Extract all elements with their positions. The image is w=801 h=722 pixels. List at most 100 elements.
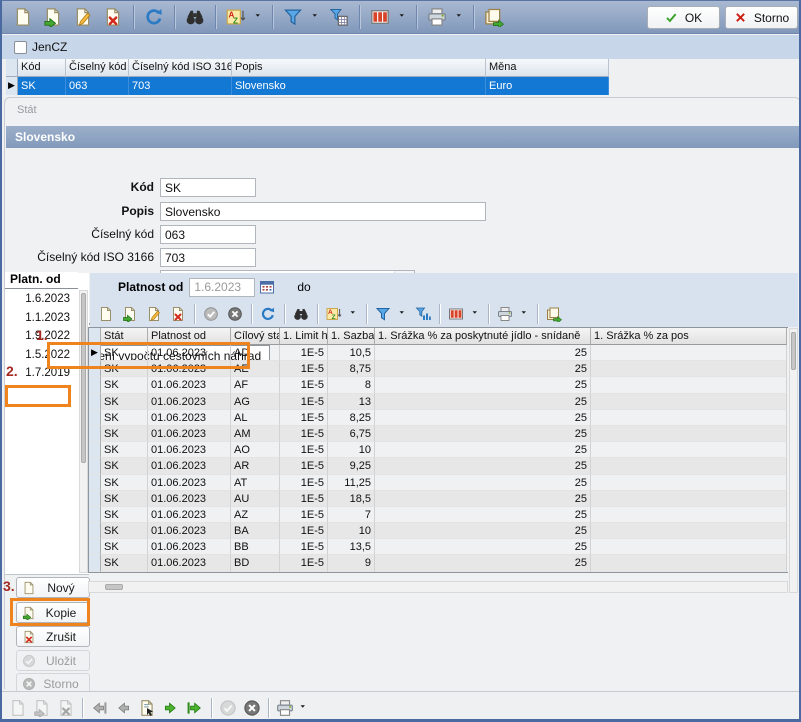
zruit-button[interactable]: Zrušit bbox=[16, 626, 90, 647]
cell[interactable]: 01.06.2023 bbox=[148, 507, 231, 523]
filter-icon[interactable] bbox=[280, 4, 306, 30]
filter-chart-icon[interactable] bbox=[413, 304, 433, 324]
delete-doc-icon[interactable] bbox=[168, 304, 188, 324]
copy-doc-icon[interactable] bbox=[120, 304, 140, 324]
table-row[interactable]: SK01.06.2023BA1E-51025 bbox=[89, 523, 788, 539]
cell[interactable]: 1E-5 bbox=[280, 426, 328, 442]
table-row[interactable]: SK01.06.2023AL1E-58,2525 bbox=[89, 410, 788, 426]
column-header[interactable]: Kód bbox=[18, 59, 66, 77]
table-row[interactable]: ▶SK01.06.2023AD1E-510,525 bbox=[89, 345, 788, 361]
cell[interactable]: 703 bbox=[129, 77, 232, 95]
cell[interactable]: 1E-5 bbox=[280, 442, 328, 458]
sort-az-icon[interactable]: AZ bbox=[223, 4, 249, 30]
caret-icon[interactable] bbox=[348, 304, 360, 324]
column-header[interactable]: Číselný kód bbox=[66, 59, 129, 77]
cell[interactable]: AO bbox=[231, 442, 280, 458]
cell[interactable]: 10 bbox=[328, 442, 375, 458]
cell[interactable]: AG bbox=[231, 394, 280, 410]
caret-icon[interactable] bbox=[310, 4, 322, 30]
popis-input[interactable] bbox=[160, 202, 486, 221]
nav-prev-icon[interactable] bbox=[112, 697, 134, 719]
cancel-x-icon[interactable] bbox=[225, 304, 245, 324]
filter-grid-icon[interactable] bbox=[326, 4, 352, 30]
nov-button[interactable]: Nový bbox=[16, 577, 90, 598]
cell[interactable]: Slovensko bbox=[232, 77, 486, 95]
column-header[interactable]: Stát bbox=[101, 328, 148, 345]
cell[interactable]: 13 bbox=[328, 394, 375, 410]
calendar-icon[interactable] bbox=[257, 277, 277, 297]
cell[interactable]: 25 bbox=[375, 442, 591, 458]
table-row[interactable]: SK01.06.2023AO1E-51025 bbox=[89, 442, 788, 458]
export-icon[interactable] bbox=[544, 304, 564, 324]
cell[interactable]: 01.06.2023 bbox=[148, 475, 231, 491]
cell[interactable]: 25 bbox=[375, 361, 591, 377]
column-header[interactable]: Platnost od bbox=[148, 328, 231, 345]
nav-last-icon[interactable] bbox=[184, 697, 206, 719]
cell[interactable]: SK bbox=[101, 539, 148, 555]
table-row[interactable]: SK01.06.2023AU1E-518,525 bbox=[89, 491, 788, 507]
column-header[interactable]: Cílový stat bbox=[231, 328, 280, 345]
date-list-item[interactable]: 1.1.2023 bbox=[5, 309, 78, 327]
cell[interactable]: 01.06.2023 bbox=[148, 555, 231, 571]
cell[interactable]: 7 bbox=[328, 507, 375, 523]
cell[interactable]: SK bbox=[101, 555, 148, 571]
nav-first-icon[interactable] bbox=[88, 697, 110, 719]
cell[interactable]: SK bbox=[101, 475, 148, 491]
column-header[interactable]: Měna bbox=[486, 59, 609, 77]
cell[interactable]: 1E-5 bbox=[280, 523, 328, 539]
cell[interactable]: 01.06.2023 bbox=[148, 491, 231, 507]
caret-icon[interactable] bbox=[519, 304, 531, 324]
cell[interactable]: 9 bbox=[328, 555, 375, 571]
ok-button[interactable]: OK bbox=[647, 6, 720, 29]
cell[interactable]: 25 bbox=[375, 539, 591, 555]
apply-check-icon[interactable] bbox=[201, 304, 221, 324]
cell[interactable] bbox=[591, 458, 787, 474]
cell[interactable]: 6,75 bbox=[328, 426, 375, 442]
cell[interactable]: 1E-5 bbox=[280, 475, 328, 491]
cell[interactable]: 25 bbox=[375, 345, 591, 361]
cell[interactable]: 01.06.2023 bbox=[148, 361, 231, 377]
cell[interactable]: Euro bbox=[486, 77, 609, 95]
caret-icon[interactable] bbox=[397, 304, 409, 324]
cell[interactable]: SK bbox=[101, 361, 148, 377]
delete-doc-icon[interactable] bbox=[20, 628, 38, 646]
cell[interactable]: 8 bbox=[328, 377, 375, 393]
edit-doc-icon[interactable] bbox=[70, 4, 96, 30]
table-row[interactable]: SK01.06.2023AG1E-51325 bbox=[89, 394, 788, 410]
cell[interactable] bbox=[591, 410, 787, 426]
columns-icon[interactable] bbox=[367, 4, 393, 30]
cell[interactable]: 1E-5 bbox=[280, 458, 328, 474]
cell[interactable]: 8,25 bbox=[328, 410, 375, 426]
cell[interactable]: AZ bbox=[231, 507, 280, 523]
cell[interactable]: 01.06.2023 bbox=[148, 345, 231, 361]
caret-icon[interactable] bbox=[253, 4, 265, 30]
cell[interactable]: 01.06.2023 bbox=[148, 426, 231, 442]
cell[interactable]: AM bbox=[231, 426, 280, 442]
cell[interactable]: 13,5 bbox=[328, 539, 375, 555]
cell[interactable] bbox=[591, 507, 787, 523]
caret-icon[interactable] bbox=[397, 4, 409, 30]
cell[interactable]: 01.06.2023 bbox=[148, 442, 231, 458]
cell[interactable]: AT bbox=[231, 475, 280, 491]
cell[interactable]: 25 bbox=[375, 377, 591, 393]
caret-icon[interactable] bbox=[470, 304, 482, 324]
new-doc-icon[interactable] bbox=[20, 579, 38, 597]
cell[interactable]: 25 bbox=[375, 555, 591, 571]
cell[interactable]: AR bbox=[231, 458, 280, 474]
copy-doc-icon[interactable] bbox=[20, 604, 38, 622]
column-header[interactable]: 1. Srážka % za pos bbox=[591, 328, 787, 345]
cell[interactable]: 1E-5 bbox=[280, 345, 328, 361]
cell[interactable]: 10 bbox=[328, 523, 375, 539]
cell[interactable]: AL bbox=[231, 410, 280, 426]
cell[interactable]: 1E-5 bbox=[280, 377, 328, 393]
date-list-item[interactable]: 1.6.2023 bbox=[5, 290, 78, 308]
cell[interactable]: SK bbox=[18, 77, 66, 95]
cell[interactable]: 01.06.2023 bbox=[148, 410, 231, 426]
cell[interactable]: 11,25 bbox=[328, 475, 375, 491]
cell[interactable] bbox=[591, 394, 787, 410]
table-row[interactable]: SK01.06.2023AT1E-511,2525 bbox=[89, 475, 788, 491]
cell[interactable]: AF bbox=[231, 377, 280, 393]
caret-icon[interactable] bbox=[454, 4, 466, 30]
table-row[interactable]: SK01.06.2023BD1E-5925 bbox=[89, 555, 788, 571]
cell[interactable]: 1E-5 bbox=[280, 410, 328, 426]
